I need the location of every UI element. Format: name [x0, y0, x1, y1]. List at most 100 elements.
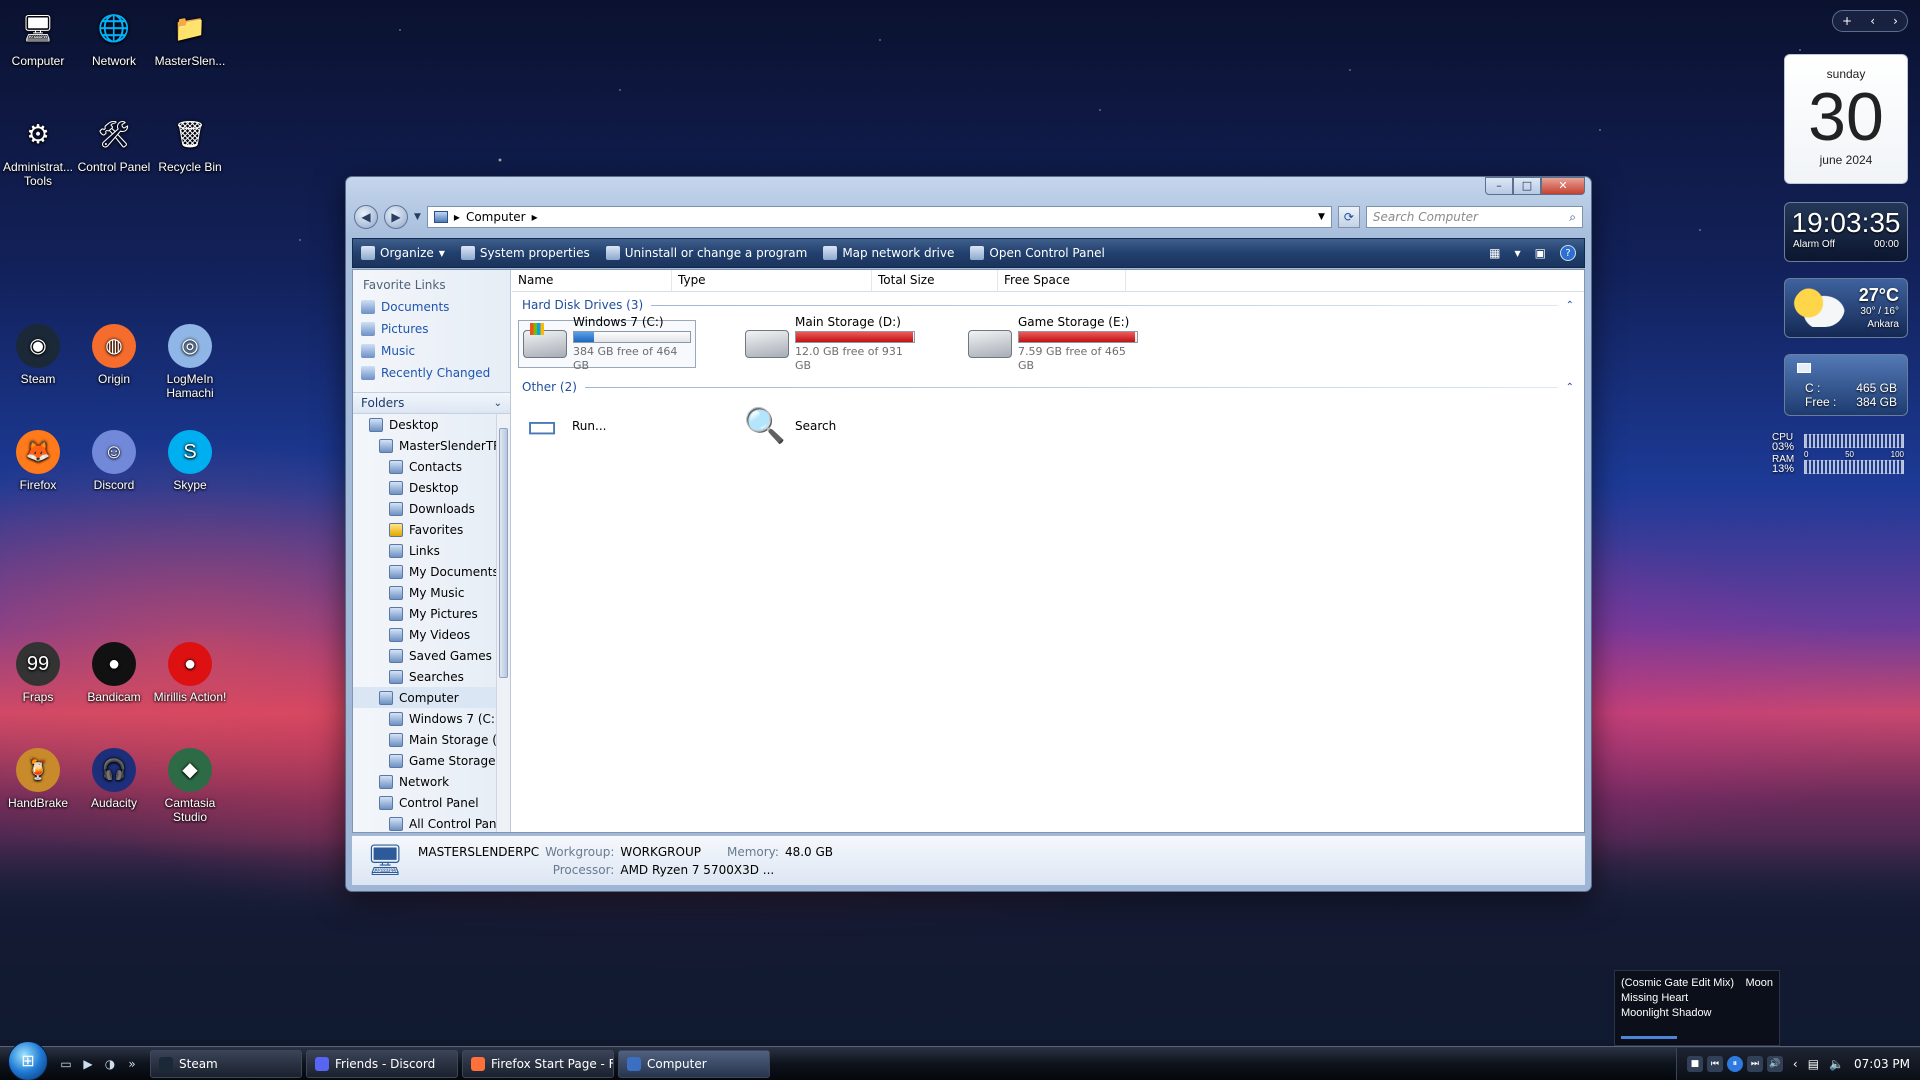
clock-gadget[interactable]: 19:03:35 Alarm Off 00:00 [1784, 202, 1908, 262]
tree-item[interactable]: Downloads [353, 498, 510, 519]
calendar-gadget[interactable]: sunday 30 june 2024 [1784, 54, 1908, 184]
other-item-search[interactable]: 🔍 Search [743, 406, 836, 446]
taskbar-button-friends[interactable]: Friends - Discord [306, 1049, 458, 1078]
views-dropdown-icon[interactable]: ▼ [1515, 249, 1521, 258]
help-icon[interactable]: ? [1560, 245, 1576, 261]
system-properties-button[interactable]: System properties [460, 246, 590, 260]
network-tray-icon[interactable]: ▤ [1808, 1057, 1819, 1071]
media-player-widget[interactable]: (Cosmic Gate Edit Mix) Moon Missing Hear… [1614, 970, 1780, 1046]
previous-track-icon[interactable]: ⏮ [1706, 1055, 1723, 1072]
tray-expand-icon[interactable]: ‹ [1793, 1057, 1798, 1071]
tree-item[interactable]: My Music [353, 582, 510, 603]
switch-windows-icon[interactable]: ◑ [102, 1056, 118, 1072]
tree-item[interactable]: My Videos [353, 624, 510, 645]
desktop-icon-fraps[interactable]: 99 Fraps [0, 642, 76, 704]
column-total-size[interactable]: Total Size [872, 270, 998, 291]
tree-item[interactable]: Searches [353, 666, 510, 687]
search-icon[interactable]: ⌕ [1569, 210, 1576, 225]
tree-item[interactable]: MasterSlenderTR [353, 435, 510, 456]
show-desktop-icon[interactable]: ▭ [58, 1056, 74, 1072]
gadget-toolbar[interactable]: + ‹ › [1832, 10, 1908, 32]
column-free-space[interactable]: Free Space [998, 270, 1126, 291]
tree-item[interactable]: Desktop [353, 477, 510, 498]
desktop-icon-mirillis[interactable]: ● Mirillis Action! [152, 642, 228, 704]
breadcrumb-chevron-icon[interactable]: ▸ [532, 210, 538, 224]
stop-icon[interactable]: ■ [1686, 1055, 1703, 1072]
tree-item[interactable]: Network [353, 771, 510, 792]
views-icon[interactable]: ▦ [1489, 246, 1500, 260]
breadcrumb-computer[interactable]: Computer [466, 210, 526, 224]
tree-item[interactable]: Contacts [353, 456, 510, 477]
address-bar[interactable]: ▸ Computer ▸ ▼ [426, 206, 1332, 228]
weather-gadget[interactable]: 27°C 30° / 16° Ankara [1784, 278, 1908, 338]
tree-item[interactable]: Favorites [353, 519, 510, 540]
refresh-button[interactable]: ⟳ [1337, 206, 1360, 228]
speaker-tray-icon[interactable]: 🔈 [1829, 1057, 1844, 1071]
desktop-icon-origin[interactable]: ◍ Origin [76, 324, 152, 386]
minimize-button[interactable]: – [1485, 177, 1513, 195]
tree-item[interactable]: My Documents [353, 561, 510, 582]
scrollbar-thumb[interactable] [499, 428, 508, 678]
desktop-icon-skype[interactable]: S Skype [152, 430, 228, 492]
tree-item[interactable]: Main Storage (D [353, 729, 510, 750]
start-button[interactable]: ⊞ [8, 1040, 48, 1080]
preview-pane-icon[interactable]: ▣ [1535, 246, 1546, 260]
tree-item[interactable]: Control Panel [353, 792, 510, 813]
desktop-icon-admin-tools[interactable]: ⚙ Administrat... Tools [0, 112, 76, 188]
tree-item[interactable]: All Control Pan [353, 813, 510, 832]
collapse-icon[interactable]: ⌃ [1566, 300, 1574, 311]
desktop-icon-control-panel[interactable]: 🛠 Control Panel [76, 112, 152, 174]
desktop-icon-audacity[interactable]: 🎧 Audacity [76, 748, 152, 810]
prev-icon[interactable]: ‹ [1870, 14, 1875, 28]
folder-tree-scrollbar[interactable] [496, 414, 510, 832]
map-network-drive-button[interactable]: Map network drive [823, 246, 954, 260]
desktop-icon-handbrake[interactable]: 🍹 HandBrake [0, 748, 76, 810]
favorite-link-documents[interactable]: Documents [353, 296, 510, 318]
taskbar-button-computer[interactable]: Computer [618, 1049, 770, 1078]
other-item-run[interactable]: ▭ Run... [520, 406, 607, 446]
desktop-icon-firefox[interactable]: 🦊 Firefox [0, 430, 76, 492]
tree-item[interactable]: Saved Games [353, 645, 510, 666]
organize-button[interactable]: Organize ▼ [361, 246, 445, 260]
open-control-panel-button[interactable]: Open Control Panel [970, 246, 1105, 260]
desktop-icon-user-folder[interactable]: 📁 MasterSlen... [152, 6, 228, 68]
breadcrumb-separator-icon[interactable]: ▸ [454, 210, 460, 224]
folders-header[interactable]: Folders ⌄ [353, 392, 510, 414]
maximize-button[interactable]: □ [1513, 177, 1541, 195]
taskbar-button-firefox[interactable]: Firefox Start Page - Fi... [462, 1049, 614, 1078]
tree-item[interactable]: My Pictures [353, 603, 510, 624]
search-input[interactable]: Search Computer [1373, 210, 1478, 224]
drive-item[interactable]: Windows 7 (C:) 384 GB free of 464 GB [518, 315, 696, 372]
cpu-meter-gadget[interactable]: CPU 03% RAM 13% 0 50 100 [1768, 430, 1908, 478]
desktop-icon-recycle-bin[interactable]: 🗑 Recycle Bin [152, 112, 228, 174]
track-progress[interactable] [1621, 1036, 1677, 1039]
explorer-window[interactable]: – □ ✕ ◀ ▶ ▼ ▸ Computer ▸ ▼ ⟳ Search Comp… [345, 176, 1592, 892]
column-type[interactable]: Type [672, 270, 872, 291]
tree-item[interactable]: Game Storage ( [353, 750, 510, 771]
address-dropdown-icon[interactable]: ▼ [1318, 212, 1325, 222]
search-box[interactable]: Search Computer ⌕ [1365, 206, 1583, 228]
column-name[interactable]: Name [512, 270, 672, 291]
taskbar-clock[interactable]: 07:03 PM [1854, 1057, 1910, 1071]
forward-button[interactable]: ▶ [384, 205, 408, 229]
favorite-link-music[interactable]: Music [353, 340, 510, 362]
volume-icon[interactable]: 🔊 [1766, 1055, 1783, 1072]
desktop-icon-network[interactable]: 🌐 Network [76, 6, 152, 68]
tree-item[interactable]: Computer [353, 687, 510, 708]
drive-item[interactable]: Game Storage (E:) 7.59 GB free of 465 GB [964, 315, 1142, 372]
recent-pages-icon[interactable]: ▼ [414, 212, 421, 222]
desktop-icon-hamachi[interactable]: ◎ LogMeIn Hamachi [152, 324, 228, 400]
back-button[interactable]: ◀ [354, 205, 378, 229]
group-other[interactable]: Other (2) ⌃ [512, 376, 1584, 398]
close-button[interactable]: ✕ [1541, 177, 1585, 195]
add-gadget-icon[interactable]: + [1842, 14, 1852, 28]
desktop-icon-bandicam[interactable]: ● Bandicam [76, 642, 152, 704]
media-player-icon[interactable]: ▶ [80, 1056, 96, 1072]
quick-launch-more-icon[interactable]: » [124, 1056, 140, 1072]
tree-item[interactable]: Windows 7 (C:) [353, 708, 510, 729]
pause-icon[interactable]: ⏸ [1726, 1055, 1743, 1072]
desktop-icon-steam[interactable]: ◉ Steam [0, 324, 76, 386]
collapse-icon[interactable]: ⌃ [1566, 382, 1574, 393]
drive-item[interactable]: Main Storage (D:) 12.0 GB free of 931 GB [741, 315, 919, 372]
favorite-link-pictures[interactable]: Pictures [353, 318, 510, 340]
